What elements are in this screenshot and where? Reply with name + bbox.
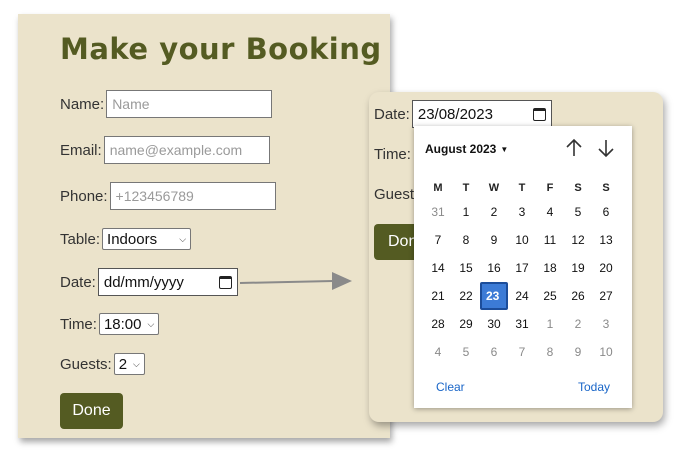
calendar-day[interactable]: 17: [508, 254, 536, 282]
calendar-week-row: 28 29 30 31 1 2 3: [424, 310, 620, 338]
calendar-day[interactable]: 5: [452, 338, 480, 366]
zoom-date-row: Date: 23/08/2023: [374, 100, 552, 128]
calendar-day[interactable]: 25: [536, 282, 564, 310]
month-label: August 2023: [425, 142, 497, 156]
weekday-label: M: [433, 182, 443, 194]
calendar-day[interactable]: 9: [480, 226, 508, 254]
calendar-day[interactable]: 27: [592, 282, 620, 310]
calendar-day[interactable]: 12: [564, 226, 592, 254]
calendar-day[interactable]: 3: [592, 310, 620, 338]
zoom-guests-label: Guest: [374, 186, 415, 203]
today-button[interactable]: Today: [578, 380, 610, 394]
calendar-day[interactable]: 2: [564, 310, 592, 338]
calendar-day[interactable]: 20: [592, 254, 620, 282]
calendar-day[interactable]: 28: [424, 310, 452, 338]
calendar-day[interactable]: 8: [536, 338, 564, 366]
calendar-week-row: 21 22 23 24 25 26 27: [424, 282, 620, 310]
calendar-day-selected[interactable]: 23: [480, 282, 508, 310]
calendar-day[interactable]: 14: [424, 254, 452, 282]
calendar-week-row: 14 15 16 17 18 19 20: [424, 254, 620, 282]
calendar-day[interactable]: 6: [592, 198, 620, 226]
calendar-day[interactable]: 11: [536, 226, 564, 254]
calendar-day[interactable]: 7: [424, 226, 452, 254]
calendar-day[interactable]: 13: [592, 226, 620, 254]
calendar-week-row: 31 1 2 3 4 5 6: [424, 198, 620, 226]
calendar-day[interactable]: 3: [508, 198, 536, 226]
chevron-down-icon: ▼: [500, 144, 509, 154]
calendar-day[interactable]: 16: [480, 254, 508, 282]
calendar-day[interactable]: 4: [536, 198, 564, 226]
calendar-day[interactable]: 15: [452, 254, 480, 282]
calendar-day[interactable]: 31: [508, 310, 536, 338]
weekday-label: S: [574, 182, 582, 194]
weekday-header: MTWTFSS: [424, 178, 620, 198]
calendar-day[interactable]: 1: [452, 198, 480, 226]
calendar-day[interactable]: 10: [592, 338, 620, 366]
calendar-day[interactable]: 29: [452, 310, 480, 338]
calendar-week-row: 7 8 9 10 11 12 13: [424, 226, 620, 254]
weekday-label: F: [546, 182, 554, 194]
calendar-day[interactable]: 22: [452, 282, 480, 310]
calendar-day[interactable]: 19: [564, 254, 592, 282]
calendar-grid: MTWTFSS 31 1 2 3 4 5 6 7 8 9 10 11 12 13 14 15 16 17 18 19 2…: [424, 178, 620, 366]
calendar-day[interactable]: 1: [536, 310, 564, 338]
weekday-label: W: [488, 182, 500, 194]
calendar-day[interactable]: 8: [452, 226, 480, 254]
calendar-day[interactable]: 6: [480, 338, 508, 366]
calendar-week-row: 4 5 6 7 8 9 10: [424, 338, 620, 366]
calendar-day[interactable]: 5: [564, 198, 592, 226]
arrow-down-icon[interactable]: [597, 138, 615, 163]
calendar-day[interactable]: 18: [536, 254, 564, 282]
calendar-day[interactable]: 26: [564, 282, 592, 310]
weekday-label: S: [602, 182, 610, 194]
month-selector[interactable]: August 2023 ▼: [425, 142, 508, 156]
calendar-weeks: 31 1 2 3 4 5 6 7 8 9 10 11 12 13 14 15 16 17 18 19 20 21 22 23 2…: [424, 198, 620, 366]
zoom-time-label: Time:: [374, 146, 411, 163]
weekday-label: T: [518, 182, 526, 194]
clear-button[interactable]: Clear: [436, 380, 465, 394]
calendar-icon[interactable]: [532, 107, 546, 121]
calendar-day[interactable]: 21: [424, 282, 452, 310]
zoom-date-label: Date:: [374, 105, 410, 123]
date-picker-popup: August 2023 ▼ MTWTFSS 31 1 2 3 4 5 6 7 8 9 10 11 12 1…: [414, 126, 632, 408]
calendar-day[interactable]: 10: [508, 226, 536, 254]
calendar-day[interactable]: 4: [424, 338, 452, 366]
zoom-date-value: 23/08/2023: [417, 105, 493, 123]
calendar-day[interactable]: 30: [480, 310, 508, 338]
weekday-label: T: [462, 182, 470, 194]
calendar-day[interactable]: 2: [480, 198, 508, 226]
zoom-date-input[interactable]: 23/08/2023: [411, 100, 552, 128]
calendar-day[interactable]: 31: [424, 198, 452, 226]
calendar-day[interactable]: 7: [508, 338, 536, 366]
calendar-day[interactable]: 24: [508, 282, 536, 310]
calendar-day[interactable]: 9: [564, 338, 592, 366]
arrow-up-icon[interactable]: [565, 138, 583, 163]
